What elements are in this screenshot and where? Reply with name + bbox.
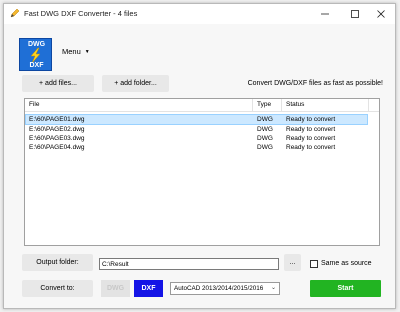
maximize-icon [350, 9, 360, 19]
pencil-lightning-icon [10, 8, 20, 18]
output-folder-input[interactable] [99, 258, 279, 270]
type-cell: DWG [257, 144, 273, 151]
status-cell: Ready to convert [286, 126, 336, 133]
status-cell: Ready to convert [286, 135, 336, 142]
table-row[interactable]: E:\60\PAGE02.dwg DWG Ready to convert [26, 125, 367, 134]
file-cell: E:\60\PAGE01.dwg [29, 116, 85, 123]
table-row[interactable]: E:\60\PAGE03.dwg DWG Ready to convert [26, 134, 367, 143]
output-folder-label: Output folder: [22, 254, 93, 271]
dxf-format-button[interactable]: DXF [134, 280, 163, 297]
main-menu[interactable]: Menu ▼ [62, 47, 90, 59]
same-as-source-label[interactable]: Same as source [321, 260, 372, 267]
file-list-header: File Type Status [25, 99, 379, 112]
autocad-version-value: AutoCAD 2013/2014/2015/2016 [174, 285, 264, 292]
autocad-version-select[interactable]: AutoCAD 2013/2014/2015/2016 ⌄ [170, 282, 280, 295]
minimize-button[interactable] [314, 7, 336, 21]
add-files-button[interactable]: + add files... [22, 75, 94, 92]
table-row[interactable]: E:\60\PAGE04.dwg DWG Ready to convert [26, 143, 367, 152]
type-cell: DWG [257, 116, 273, 123]
minimize-icon [320, 9, 330, 19]
logo-dxf-text: DXF [29, 62, 44, 69]
window-title: Fast DWG DXF Converter - 4 files [24, 9, 138, 18]
app-window: Fast DWG DXF Converter - 4 files DWG DXF… [3, 3, 396, 309]
maximize-button[interactable] [344, 7, 366, 21]
table-row[interactable]: E:\60\PAGE01.dwg DWG Ready to convert [25, 114, 368, 125]
close-icon [376, 9, 386, 19]
add-folder-button[interactable]: + add folder... [102, 75, 169, 92]
close-button[interactable] [370, 7, 392, 21]
caret-down-icon: ▼ [84, 49, 90, 55]
status-cell: Ready to convert [286, 144, 336, 151]
browse-button[interactable]: ... [284, 254, 301, 271]
file-list[interactable]: File Type Status E:\60\PAGE01.dwg DWG Re… [24, 98, 380, 246]
column-header-type[interactable]: Type [253, 99, 282, 111]
status-cell: Ready to convert [286, 116, 336, 123]
same-as-source-checkbox[interactable] [310, 260, 318, 268]
file-cell: E:\60\PAGE03.dwg [29, 135, 85, 142]
type-cell: DWG [257, 135, 273, 142]
start-button[interactable]: Start [310, 280, 381, 297]
title-bar: Fast DWG DXF Converter - 4 files [4, 4, 395, 24]
tagline: Convert DWG/DXF files as fast as possibl… [247, 80, 383, 87]
column-header-status[interactable]: Status [282, 99, 369, 111]
app-logo: DWG DXF [19, 38, 52, 71]
column-header-file[interactable]: File [25, 99, 253, 111]
file-cell: E:\60\PAGE02.dwg [29, 126, 85, 133]
menu-label: Menu [62, 47, 81, 56]
type-cell: DWG [257, 126, 273, 133]
chevron-down-icon: ⌄ [270, 285, 276, 291]
file-cell: E:\60\PAGE04.dwg [29, 144, 85, 151]
convert-to-label: Convert to: [22, 280, 93, 297]
dwg-format-button[interactable]: DWG [101, 280, 130, 297]
